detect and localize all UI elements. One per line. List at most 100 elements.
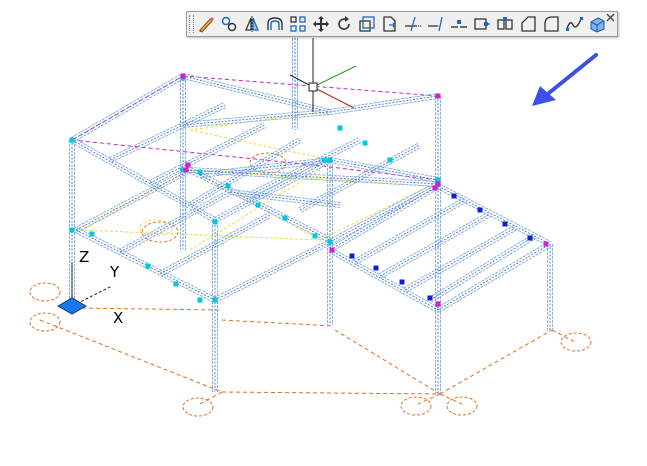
toolbar-button-chamfer[interactable]: [517, 13, 539, 35]
trim-icon: [405, 16, 421, 32]
rotate-icon: [338, 16, 350, 30]
joint-node: [212, 297, 218, 303]
offset-icon: [267, 17, 283, 30]
joint-node: [69, 227, 75, 233]
joint-node: [69, 137, 75, 143]
beam: [71, 75, 184, 141]
blend-curves-icon: [566, 17, 583, 31]
crosshair-red-axis: [312, 86, 355, 109]
ucs-icon: [56, 297, 88, 315]
beam: [429, 235, 536, 301]
toolbar-button-pencil-erase[interactable]: [195, 13, 217, 35]
crosshair-green-axis: [312, 65, 357, 88]
break-icon: [474, 18, 490, 30]
grid-line: [417, 393, 441, 405]
magenta-node: [543, 241, 549, 247]
joint-node: [197, 169, 203, 175]
grid-line: [334, 329, 441, 395]
joint-node: [225, 183, 231, 189]
beam: [71, 139, 216, 221]
join-icon: [497, 17, 513, 30]
joint-node: [312, 233, 318, 239]
break-at-point-icon: [451, 20, 467, 28]
toolbar-button-trim[interactable]: [402, 13, 424, 35]
toolbar-button-explode[interactable]: [586, 13, 608, 35]
fillet-icon: [544, 16, 559, 32]
grid-bubble: [182, 397, 214, 417]
slab-outline: [79, 229, 321, 241]
grid-line: [439, 393, 463, 405]
magenta-node: [183, 167, 189, 173]
roof-outline: [71, 139, 323, 167]
toolbar-button-break-at-point[interactable]: [448, 13, 470, 35]
grid-bubble: [29, 312, 61, 332]
magenta-node: [185, 162, 191, 168]
grid-line: [221, 319, 334, 327]
scale-icon: [359, 16, 375, 32]
joint-node: [173, 281, 179, 287]
toolbar-button-join[interactable]: [494, 13, 516, 35]
joint-node: [321, 157, 327, 163]
magenta-node: [435, 93, 441, 99]
joint-node: [282, 215, 288, 221]
joint-node: [255, 202, 261, 208]
model-space-viewport[interactable]: [0, 0, 647, 466]
joint-node: [327, 157, 333, 163]
stretch-icon: [383, 16, 396, 32]
toolbar-button-fillet[interactable]: [540, 13, 562, 35]
toolbar-button-break[interactable]: [471, 13, 493, 35]
beam: [404, 227, 516, 291]
copy-icon: [221, 16, 237, 32]
magenta-node: [180, 73, 186, 79]
blue-node: [527, 235, 533, 241]
toolbar-button-mirror[interactable]: [241, 13, 263, 35]
toolbar-button-scale[interactable]: [356, 13, 378, 35]
toolbar-button-offset[interactable]: [264, 13, 286, 35]
blue-node: [477, 207, 483, 213]
move-icon: [313, 16, 329, 32]
beam: [75, 169, 191, 231]
blue-node: [373, 265, 379, 271]
toolbar-close-icon[interactable]: [606, 13, 615, 22]
modify-toolbar[interactable]: [186, 11, 618, 37]
grid-bubble: [560, 332, 592, 352]
extend-icon: [428, 16, 443, 32]
toolbar-button-rotate[interactable]: [333, 13, 355, 35]
joint-node: [362, 140, 368, 146]
blue-node: [451, 193, 457, 199]
beam: [329, 249, 439, 311]
joint-node: [387, 157, 393, 163]
beam: [379, 213, 491, 277]
explode-icon: [590, 17, 605, 33]
beam: [182, 111, 331, 126]
grid-line: [221, 391, 441, 395]
pencil-erase-icon: [199, 17, 214, 33]
grid-line: [439, 329, 553, 395]
joint-node: [145, 263, 151, 269]
blue-node: [399, 279, 405, 285]
grid-line: [39, 319, 223, 393]
toolbar-button-move[interactable]: [310, 13, 332, 35]
magenta-node: [435, 301, 441, 307]
toolbar-button-array[interactable]: [287, 13, 309, 35]
joint-node: [337, 125, 343, 131]
joint-node: [89, 231, 95, 237]
joint-node: [212, 219, 218, 225]
beam: [329, 159, 439, 181]
blue-node: [502, 221, 508, 227]
toolbar-button-stretch[interactable]: [379, 13, 401, 35]
grid-bubble: [446, 396, 478, 416]
ucs-x-label: X: [113, 309, 124, 327]
toolbar-button-copy[interactable]: [218, 13, 240, 35]
toolbar-button-blend-curves[interactable]: [563, 13, 585, 35]
beam: [354, 199, 466, 263]
beam: [109, 104, 226, 161]
blue-node: [349, 253, 355, 259]
beam: [329, 185, 439, 251]
toolbar-grip[interactable]: [189, 15, 194, 33]
array-icon: [290, 16, 306, 32]
grid-line: [74, 307, 221, 311]
toolbar-button-extend[interactable]: [425, 13, 447, 35]
joint-node: [197, 297, 203, 303]
ucs-z-label: Z: [79, 248, 90, 266]
